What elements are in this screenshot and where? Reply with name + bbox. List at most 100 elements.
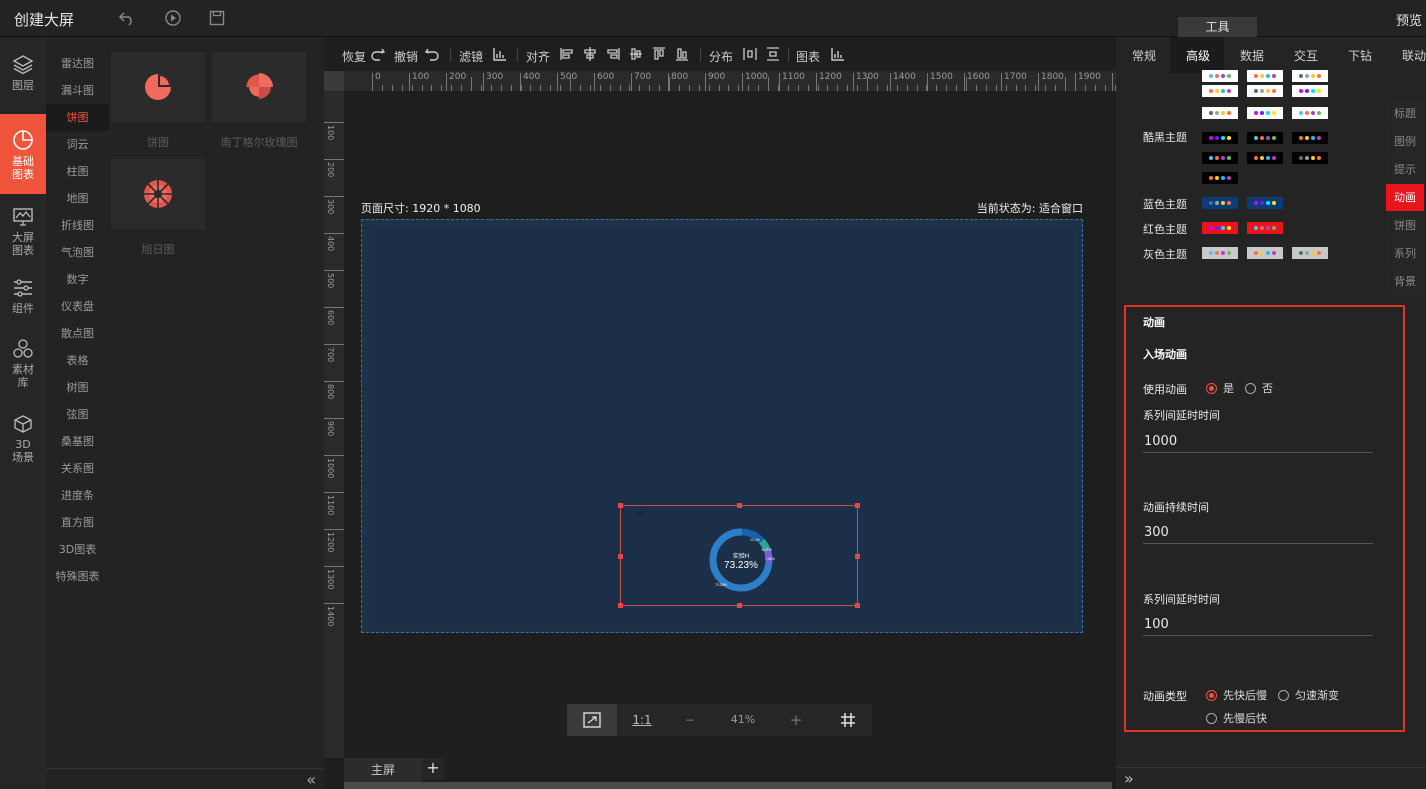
theme-swatch[interactable] [1202,172,1238,184]
align-bottom-icon[interactable] [674,46,690,65]
theme-swatch[interactable] [1202,247,1238,259]
align-right-icon[interactable] [605,46,621,65]
theme-swatch[interactable] [1202,107,1238,119]
resize-handle-l[interactable] [618,554,623,559]
theme-swatch[interactable] [1247,70,1283,82]
theme-swatch[interactable] [1247,222,1283,234]
resize-handle-br[interactable] [855,603,860,608]
theme-swatch[interactable] [1247,152,1283,164]
align-middle-v-icon[interactable] [651,46,667,65]
category-item[interactable]: 地图 [46,185,109,212]
category-item[interactable]: 词云 [46,131,109,158]
category-item[interactable]: 直方图 [46,509,109,536]
category-item[interactable]: 数字 [46,266,109,293]
theme-swatch[interactable] [1247,132,1283,144]
align-left-icon[interactable] [559,46,575,65]
use-animation-no[interactable]: 否 [1245,380,1273,396]
property-tab[interactable]: 交互 [1294,47,1318,64]
filter-chart-icon[interactable] [492,46,508,65]
chart-button[interactable]: 图表 [796,48,820,65]
nav-layers[interactable]: 图层 [0,53,46,103]
category-item[interactable]: 表格 [46,347,109,374]
side-tab[interactable]: 提示 [1386,156,1424,183]
grid-toggle-button[interactable] [824,704,872,736]
zoom-in-button[interactable]: + [773,704,819,736]
fit-screen-button[interactable] [567,704,617,736]
theme-swatch[interactable] [1292,107,1328,119]
filter-button[interactable]: 滤镜 [459,48,483,65]
nav-screen-charts[interactable]: 大屏 图表 [0,207,46,257]
category-item[interactable]: 进度条 [46,482,109,509]
nav-basic-charts[interactable]: 基础 图表 [0,114,46,194]
side-tab[interactable]: 系列 [1386,240,1424,267]
category-item[interactable]: 气泡图 [46,239,109,266]
property-tab[interactable]: 高级 [1186,47,1210,64]
distribute-v-icon[interactable] [765,46,781,65]
resize-handle-t[interactable] [737,503,742,508]
theme-swatch[interactable] [1292,152,1328,164]
category-item[interactable]: 特殊图表 [46,563,109,590]
resize-handle-tr[interactable] [855,503,860,508]
undo-icon[interactable] [118,9,136,27]
pie-chart-widget[interactable]: 饼图 实验H 73.23% 12.4% 6.21% 7.31% 73.23% [618,503,860,608]
zoom-1to1-button[interactable]: 1:1 [617,704,667,736]
theme-swatch[interactable] [1202,152,1238,164]
expand-right-icon[interactable]: » [1124,769,1134,788]
tab-main-screen[interactable]: 主屏 [344,758,422,782]
category-item[interactable]: 雷达图 [46,50,109,77]
property-tab[interactable]: 下钻 [1348,47,1372,64]
distribute-h-icon[interactable] [742,46,758,65]
category-item[interactable]: 树图 [46,374,109,401]
align-center-h-icon[interactable] [582,46,598,65]
theme-swatch[interactable] [1292,85,1328,97]
category-item[interactable]: 漏斗图 [46,77,109,104]
resize-handle-bl[interactable] [618,603,623,608]
nav-3d-scene[interactable]: 3D 场景 [0,414,46,474]
thumb-nightingale[interactable]: 南丁格尔玫瑰图 [212,52,306,150]
add-screen-button[interactable]: + [422,758,444,780]
theme-swatch[interactable] [1202,222,1238,234]
category-item[interactable]: 散点图 [46,320,109,347]
side-tab[interactable]: 饼图 [1386,212,1424,239]
series-delay2-input[interactable]: 100 [1143,614,1373,636]
theme-swatch[interactable] [1202,132,1238,144]
chart-icon[interactable] [830,46,846,65]
side-tab[interactable]: 动画 [1386,184,1424,211]
resize-handle-b[interactable] [737,603,742,608]
theme-swatch[interactable] [1292,70,1328,82]
anim-type-fast-slow[interactable]: 先快后慢 [1206,687,1267,703]
property-tab[interactable]: 数据 [1240,47,1264,64]
theme-swatch[interactable] [1202,70,1238,82]
series-delay-input[interactable]: 1000 [1143,431,1373,453]
collapse-left-icon[interactable]: « [306,770,316,789]
undo-toolbar-icon[interactable] [424,46,440,65]
category-item[interactable]: 弦图 [46,401,109,428]
theme-swatch[interactable] [1202,197,1238,209]
side-tab[interactable]: 背景 [1386,268,1424,295]
redo-button[interactable]: 恢复 [342,48,366,65]
category-item[interactable]: 桑基图 [46,428,109,455]
resize-handle-r[interactable] [855,554,860,559]
align-top-icon[interactable] [628,46,644,65]
anim-type-linear[interactable]: 匀速渐变 [1278,687,1339,703]
play-icon[interactable] [164,9,182,27]
align-button[interactable]: 对齐 [526,48,550,65]
category-item[interactable]: 折线图 [46,212,109,239]
category-item[interactable]: 关系图 [46,455,109,482]
category-item[interactable]: 柱图 [46,158,109,185]
redo-icon[interactable] [370,46,386,65]
save-icon[interactable] [208,9,226,27]
theme-swatch[interactable] [1247,85,1283,97]
side-tab[interactable]: 标题 [1386,100,1424,127]
category-item[interactable]: 仪表盘 [46,293,109,320]
resize-handle-tl[interactable] [618,503,623,508]
distribute-button[interactable]: 分布 [709,48,733,65]
thumb-sunburst[interactable]: 旭日图 [111,159,205,257]
use-animation-yes[interactable]: 是 [1206,380,1234,396]
property-tab[interactable]: 联动 [1402,47,1426,64]
theme-swatch[interactable] [1247,247,1283,259]
preview-button[interactable]: 预览 [1396,10,1422,29]
anim-type-slow-fast[interactable]: 先慢后快 [1206,710,1267,726]
theme-swatch[interactable] [1292,247,1328,259]
thumb-pie[interactable]: 饼图 [111,52,205,150]
